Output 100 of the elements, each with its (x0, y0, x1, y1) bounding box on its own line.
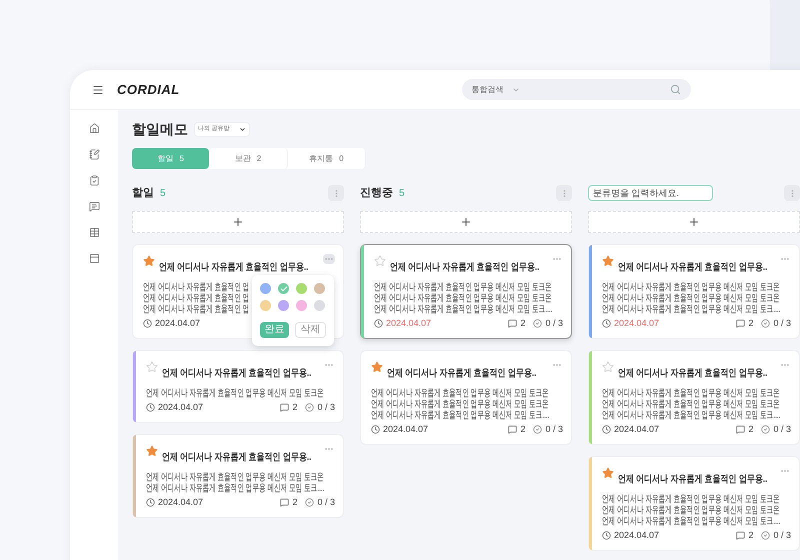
delete-button[interactable]: 삭제 (295, 322, 326, 338)
star-icon[interactable] (146, 361, 158, 373)
color-swatch[interactable] (278, 283, 289, 294)
add-card-button[interactable] (360, 211, 572, 233)
color-swatch[interactable] (260, 283, 271, 294)
checklist-count: 0 / 3 (773, 422, 791, 436)
comment-icon (736, 425, 746, 434)
card-date: 2024.04.07 (158, 400, 204, 414)
card-text: 언제 어디서나 자유롭게 효율적인 업무용 메신저 모임 토크온 (602, 399, 780, 410)
star-icon[interactable] (371, 361, 383, 373)
card-date: 2024.04.07 (614, 528, 660, 542)
memo-card[interactable]: 언제 어디서나 자유롭게 효율적인 업무용.. 언제 어디서나 자유롭게 효율적인 업무용 메신저 모임 토크온 2024.04.07 2 0 / 3 (132, 350, 344, 423)
menu-button[interactable] (92, 84, 104, 96)
card-date: 2024.04.07 (383, 422, 428, 436)
color-swatch[interactable] (296, 283, 307, 294)
star-icon[interactable] (374, 255, 386, 267)
search-bar[interactable]: 통합검색 (462, 79, 691, 100)
checklist-icon (761, 531, 770, 540)
column-menu-button[interactable] (784, 185, 800, 201)
memo-card[interactable]: 언제 어디서나 자유롭게 효율적인 업무용.. 언제 어디서나 자유롭게 효율적인 업무용 메신저 모임 토크온 언제 어디서나 자유롭게 효율적인 업무용 메신저 모임 토크.... 2024.04.07 2 0 / 3 (132, 434, 344, 518)
column-title: 할일 (132, 186, 154, 201)
card-text: 언제 어디서나 자유롭게 효율적인 업무용 메신저 모임 토크온 (146, 388, 324, 399)
menu-icon (92, 84, 104, 96)
card-text: 언제 어디서나 자유롭게 효율적인 업무용 메신저 모임 토크온 (371, 399, 549, 410)
add-card-button[interactable] (588, 211, 800, 233)
column-menu-button[interactable] (328, 185, 344, 201)
color-swatch[interactable] (278, 300, 289, 311)
card-title: 언제 어디서나 자유롭게 효율적인 업무용.. (162, 451, 312, 465)
star-icon[interactable] (602, 255, 614, 267)
card-text: 언제 어디서나 자유롭게 효율적인 업무용 메신저 모임 토크온 (602, 505, 780, 516)
memo-card[interactable]: 언제 어디서나 자유롭게 효율적인 업무용.. 언제 어디서나 자유롭게 효율적인 업무용 메신저 모임 토크온 언제 어디서나 자유롭게 효율적인 업무용 메신저 모임 토크온 언제 어디서나 자유롭게 효율적인 업무용 메신저 모임 토크.... 2024.04.07 2 0 / 3 (588, 456, 800, 551)
search-icon[interactable] (670, 84, 681, 95)
checklist-icon (305, 498, 314, 507)
comment-count: 2 (520, 316, 526, 330)
sidebar-button[interactable] (88, 226, 100, 238)
comment-icon (280, 403, 290, 412)
comment-count: 2 (748, 422, 754, 436)
card-text: 언제 어디서나 자유롭게 효율적인 업무용 메신저 모임 토크.... (602, 516, 781, 527)
color-swatch[interactable] (260, 300, 271, 311)
category-input[interactable]: 분류명을 입력하세요. (588, 185, 713, 201)
card-text: 언제 어디서나 자유롭게 효율적인 업무용 메신저 모임 토크온 (602, 282, 780, 293)
more-button[interactable] (323, 254, 335, 264)
sidebar-button[interactable] (88, 148, 100, 160)
card-title: 언제 어디서나 자유롭게 효율적인 업무용.. (162, 367, 312, 381)
search-scope[interactable]: 통합검색 (472, 84, 504, 96)
comment-count: 2 (292, 496, 298, 509)
memo-card[interactable]: 언제 어디서나 자유롭게 효율적인 업무용.. 언제 어디서나 자유롭게 효율적인 업무용 메신저 모임 토크온 언제 어디서나 자유롭게 효율적인 업무용 메신저 모임 토크온 언제 어디서나 자유롭게 효율적인 업무용 메신저 모임 토크.... 2024.04.07 2 0 / 3 (588, 244, 800, 339)
comment-icon (736, 531, 746, 540)
star-icon[interactable] (602, 361, 614, 373)
comment-icon (280, 498, 290, 507)
notebook-icon (88, 148, 100, 160)
checklist-icon (761, 319, 770, 328)
sidebar-button[interactable] (88, 200, 100, 212)
card-date: 2024.04.07 (614, 316, 660, 330)
color-swatch[interactable] (314, 283, 325, 294)
check-icon (280, 284, 288, 292)
color-swatch[interactable] (314, 300, 325, 311)
comment-count: 2 (748, 528, 754, 542)
checklist-count: 0 / 3 (545, 422, 563, 436)
memo-card[interactable]: 언제 어디서나 자유롭게 효율적인 업무용.. 언제 어디서나 자유롭게 효율적인 업무용 메신저 모임 토크온 언제 어디서나 자유롭게 효율적인 업무용 메신저 모임 토크온 언제 어디서나 자유롭게 효율적인 업무용 메신저 모임 토크.... 2024.04.07 2 0 / 3 (360, 350, 572, 445)
calendar-icon (88, 252, 100, 264)
star-icon[interactable] (602, 467, 614, 479)
add-card-button[interactable] (132, 211, 344, 233)
star-icon[interactable] (146, 445, 158, 457)
home-icon (88, 122, 100, 134)
card-text: 언제 어디서나 자유롭게 효율적인 업무용 메신저 모임 토크.... (602, 410, 781, 421)
card-title: 언제 어디서나 자유롭게 효율적인 업무용.. (159, 261, 308, 275)
memo-card[interactable]: 언제 어디서나 자유롭게 효율적인 업무용.. 언제 어디서나 자유롭게 효율적인 업무용 메신저 모임 토크온 언제 어디서나 자유롭게 효율적인 업무용 메신저 모임 토크온 언제 어디서나 자유롭게 효율적인 업무용 메신저 모임 토크.... 2024.04.07 2 0 / 3 (360, 244, 572, 339)
star-icon[interactable] (143, 255, 155, 267)
clock-icon (602, 319, 611, 328)
card-text: 언제 어디서나 자유롭게 효율적인 업무용 메신저 모임 토크.... (602, 304, 781, 315)
card-text: 언제 어디서나 자유롭게 효율적인 업무용 메신저 모임 토크온 (602, 293, 780, 304)
table-icon (88, 226, 100, 238)
card-title: 언제 어디서나 자유롭게 효율적인 업무용.. (618, 473, 768, 487)
card-title: 언제 어디서나 자유롭게 효율적인 업무용.. (618, 261, 768, 275)
memo-card[interactable]: 언제 어디서나 자유롭게 효율적인 업무용.. 언제 어디서나 자유롭게 효율적인 업무용 메신저 모임 토크온 언제 어디서나 자유롭게 효율적인 업무용 메신저 모임 토크온 언제 어디서나 자유롭게 효율적인 업무용 메신저 모임 토크.... 2024.04.07 2 0 / 3 (588, 350, 800, 445)
checklist-count: 0 / 3 (773, 316, 791, 330)
checklist-icon (305, 403, 314, 412)
card-text: 언제 어디서나 자유롭게 효율적인 업무용 메신저 모임 토크.... (374, 304, 553, 315)
card-text: 언제 어디서나 자유롭게 효율적인 업무용 메신저 모임 토크.... (146, 483, 325, 494)
plus-icon (460, 216, 472, 228)
clock-icon (143, 319, 152, 328)
color-swatch[interactable] (296, 300, 307, 311)
clock-icon (146, 403, 155, 412)
clock-icon (371, 425, 380, 434)
sidebar-button[interactable] (88, 174, 100, 186)
comment-count: 2 (520, 422, 526, 436)
card-text: 언제 어디서나 자유롭게 효율적인 업 (143, 304, 250, 315)
sidebar-button[interactable] (88, 122, 100, 134)
card-text: 언제 어디서나 자유롭게 효율적인 업무용 메신저 모임 토크.... (371, 410, 550, 421)
comment-icon (736, 319, 746, 328)
card-text: 언제 어디서나 자유롭게 효율적인 업무용 메신저 모임 토크온 (602, 388, 780, 399)
column-count: 5 (160, 186, 166, 200)
clock-icon (602, 531, 611, 540)
comment-icon (508, 319, 518, 328)
card-date: 2024.04.07 (158, 496, 204, 509)
clipboard-check-icon (88, 174, 100, 186)
sidebar-button[interactable] (88, 252, 100, 264)
card-title: 언제 어디서나 자유롭게 효율적인 업무용.. (618, 367, 768, 381)
column-menu-button[interactable] (556, 185, 572, 201)
